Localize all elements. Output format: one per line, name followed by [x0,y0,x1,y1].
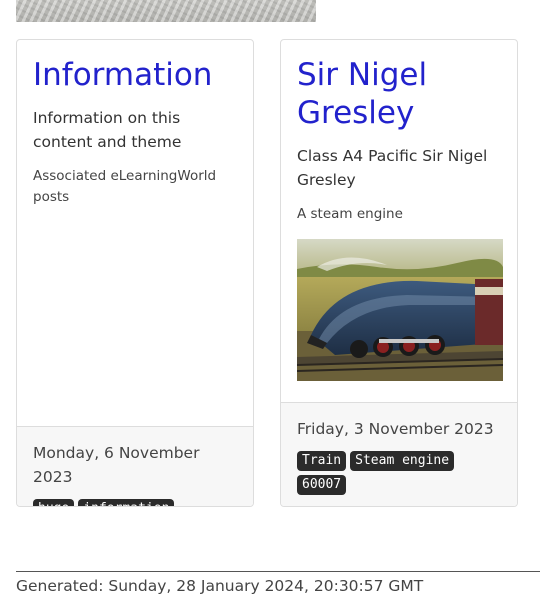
tag-steam-engine[interactable]: Steam engine [350,451,455,471]
page-footer: Generated: Sunday, 28 January 2024, 20:3… [16,571,540,597]
card-title: Sir Nigel Gresley [297,56,501,132]
tag-60007[interactable]: 60007 [297,475,347,495]
card-date: Monday, 6 November 2023 [33,444,200,486]
card-subtitle: Class A4 Pacific Sir Nigel Gresley [297,147,488,189]
card-description: Associated eLearningWorld posts [33,168,217,205]
tag-hugo[interactable]: hugo [33,499,75,506]
card-footer: Monday, 6 November 2023 hugo information [17,426,253,506]
tag-list: hugo information [33,499,237,506]
card-title-link[interactable]: Sir Nigel Gresley [297,57,427,131]
card-description: A steam engine [297,206,403,222]
card-subtitle: Information on this content and theme [33,109,182,151]
card-information: Information Information on this content … [16,39,254,507]
steam-locomotive-image [297,239,503,381]
tag-train[interactable]: Train [297,451,347,471]
card-date: Friday, 3 November 2023 [297,420,494,438]
card-title: Information [33,56,237,94]
tag-list: Train Steam engine 60007 [297,451,501,495]
card-sir-nigel-gresley: Sir Nigel Gresley Class A4 Pacific Sir N… [280,39,518,507]
tag-information[interactable]: information [78,499,175,506]
card-footer: Friday, 3 November 2023 Train Steam engi… [281,402,517,506]
card-title-link[interactable]: Information [33,57,212,93]
generated-timestamp: Generated: Sunday, 28 January 2024, 20:3… [16,577,424,595]
header-banner-image [16,0,316,22]
